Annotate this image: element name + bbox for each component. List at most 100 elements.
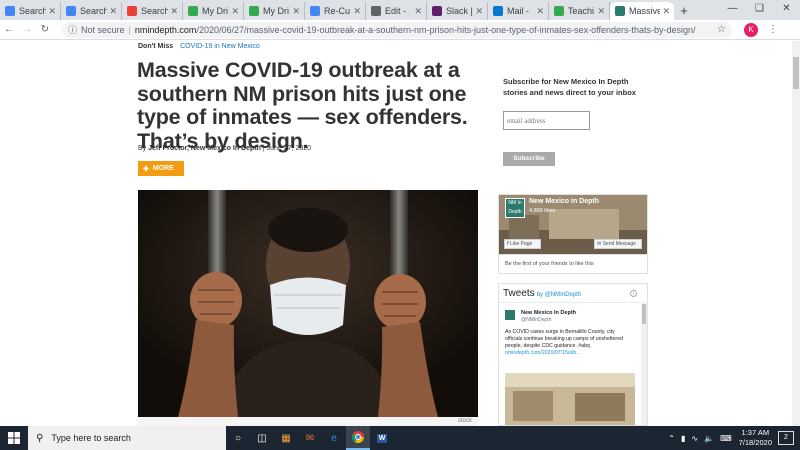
browser-tab[interactable]: My Dri ✕ (244, 2, 305, 20)
browser-tab[interactable]: Mail - ✕ (488, 2, 549, 20)
info-icon[interactable]: i (630, 290, 637, 297)
tab-title: Massive (629, 6, 661, 16)
subscribe-button[interactable]: Subscribe (503, 152, 555, 166)
twitter-handle-link[interactable]: @NMInDepth (545, 292, 581, 298)
tab-close-icon[interactable]: ✕ (170, 6, 178, 17)
browser-tab[interactable]: My Dri ✕ (183, 2, 244, 20)
cortana-icon[interactable]: ○ (226, 426, 250, 450)
keyboard-icon[interactable]: ⌨ (720, 434, 732, 443)
maximize-icon[interactable]: ❑ (746, 0, 773, 18)
address-bar: ← → ↻ ⓘ Not secure | nmindepth.com/2020/… (0, 20, 800, 40)
messenger-icon: ✉ (597, 241, 602, 247)
mail-icon[interactable]: ✉ (298, 426, 322, 450)
browser-tab[interactable]: Massive ✕ (610, 2, 674, 20)
taskbar-search-input[interactable]: ⚲ Type here to search (28, 426, 226, 450)
browser-tab[interactable]: Edit - ✕ (366, 2, 427, 20)
browser-tab[interactable]: Teachi ✕ (549, 2, 610, 20)
avatar[interactable] (505, 310, 515, 320)
forward-icon[interactable]: → (18, 24, 36, 35)
tab-favicon-icon (127, 6, 137, 16)
like-page-button[interactable]: f Like Page (504, 239, 541, 249)
email-field[interactable] (503, 111, 590, 130)
tab-close-icon[interactable]: ✕ (597, 6, 605, 17)
word-icon[interactable]: W (370, 426, 394, 450)
tab-title: Search (19, 6, 47, 16)
battery-icon[interactable]: ▮ (681, 434, 685, 443)
browser-tab[interactable]: Slack | ✕ (427, 2, 488, 20)
tab-favicon-icon (554, 6, 564, 16)
web-page: Don't Miss COVID-19 in New Mexico Massiv… (0, 41, 800, 426)
tab-close-icon[interactable]: ✕ (353, 6, 361, 17)
profile-avatar[interactable]: K (744, 22, 758, 37)
tab-close-icon[interactable]: ✕ (231, 6, 239, 17)
reload-icon[interactable]: ↻ (36, 24, 54, 35)
tab-favicon-icon (310, 6, 320, 16)
image-credit: stock (138, 417, 478, 426)
dont-miss-bar: Don't Miss COVID-19 in New Mexico (138, 43, 260, 50)
network-icon[interactable]: ∿ (691, 434, 698, 443)
new-tab-button[interactable]: + (674, 2, 694, 20)
close-icon[interactable]: ✕ (773, 0, 800, 18)
chrome-icon[interactable] (346, 426, 370, 450)
minimize-icon[interactable]: — (719, 0, 746, 18)
bookmark-star-icon[interactable]: ☆ (717, 24, 726, 35)
tweets-header: Tweets by @NMInDepth (503, 288, 582, 299)
browser-tab[interactable]: Re-Cu ✕ (305, 2, 366, 20)
volume-icon[interactable]: 🔈 (704, 434, 714, 443)
tab-close-icon[interactable]: ✕ (536, 6, 544, 17)
clock[interactable]: 1:37 AM 7/18/2020 (739, 428, 772, 448)
tab-title: Slack | (446, 6, 473, 16)
byline: By Jeff Proctor, New Mexico In Depth | J… (138, 145, 312, 152)
facebook-page-name[interactable]: New Mexico In Depth (529, 198, 599, 205)
dont-miss-link[interactable]: COVID-19 in New Mexico (180, 43, 260, 50)
browser-tab[interactable]: Search ✕ (0, 2, 61, 20)
tweet-text: As COVID cases surge in Bernalillo Count… (505, 329, 623, 356)
tab-favicon-icon (493, 6, 503, 16)
tweet-author[interactable]: New Mexico In Depth (521, 310, 576, 316)
tab-title: Teachi (568, 6, 595, 16)
tab-favicon-icon (615, 6, 625, 16)
hero-image (138, 190, 478, 417)
tweet-link[interactable]: nmindepth.com/2020/07/15/alb... (505, 350, 581, 356)
system-tray: ⌃ ▮ ∿ 🔈 ⌨ 1:37 AM 7/18/2020 2 (665, 428, 800, 448)
tweets-scrollbar-thumb[interactable] (642, 304, 646, 324)
tab-close-icon[interactable]: ✕ (48, 6, 56, 17)
menu-icon[interactable]: ⋮ (768, 24, 778, 35)
tweet-handle[interactable]: @NMInDepth (521, 317, 551, 323)
subscribe-text: Subscribe for New Mexico In Depth storie… (503, 77, 636, 97)
url-text: nmindepth.com/2020/06/27/massive-covid-1… (134, 24, 696, 35)
tweet-image[interactable] (505, 373, 635, 425)
browser-tab[interactable]: Search ✕ (122, 2, 183, 20)
info-icon[interactable]: ⓘ (68, 23, 77, 36)
notification-icon[interactable]: 2 (778, 431, 794, 445)
chevron-up-icon[interactable]: ⌃ (668, 434, 675, 443)
tab-title: Re-Cu (324, 6, 351, 16)
tab-favicon-icon (5, 6, 15, 16)
tab-title: Edit - (385, 6, 407, 16)
browser-tab[interactable]: Search ✕ (61, 2, 122, 20)
taskbar: ⚲ Type here to search ○ ◫ ▦ ✉ e W ⌃ ▮ ∿ … (0, 426, 800, 450)
tab-favicon-icon (66, 6, 76, 16)
page-scrollbar[interactable] (792, 41, 800, 426)
security-label: Not secure (81, 24, 125, 35)
page-scrollbar-thumb[interactable] (793, 57, 799, 89)
url-input[interactable]: ⓘ Not secure | nmindepth.com/2020/06/27/… (62, 21, 732, 38)
back-icon[interactable]: ← (0, 24, 18, 35)
tab-favicon-icon (371, 6, 381, 16)
tab-close-icon[interactable]: ✕ (475, 6, 483, 17)
nmid-logo[interactable]: NM In Depth (505, 198, 525, 218)
twitter-widget: Tweets by @NMInDepth i New Mexico In Dept… (498, 283, 648, 426)
tab-favicon-icon (432, 6, 442, 16)
more-button[interactable]: ✚ MORE (138, 161, 184, 176)
store-icon[interactable]: ▦ (274, 426, 298, 450)
tab-close-icon[interactable]: ✕ (414, 6, 422, 17)
tab-close-icon[interactable]: ✕ (292, 6, 300, 17)
send-message-button[interactable]: ✉ Send Message (594, 239, 642, 249)
tab-favicon-icon (188, 6, 198, 16)
task-view-icon[interactable]: ◫ (250, 426, 274, 450)
edge-icon[interactable]: e (322, 426, 346, 450)
windows-start-icon[interactable] (0, 426, 28, 450)
author-link[interactable]: Jeff Proctor, New Mexico In Depth (148, 145, 261, 152)
tab-close-icon[interactable]: ✕ (662, 6, 670, 17)
tab-close-icon[interactable]: ✕ (109, 6, 117, 17)
